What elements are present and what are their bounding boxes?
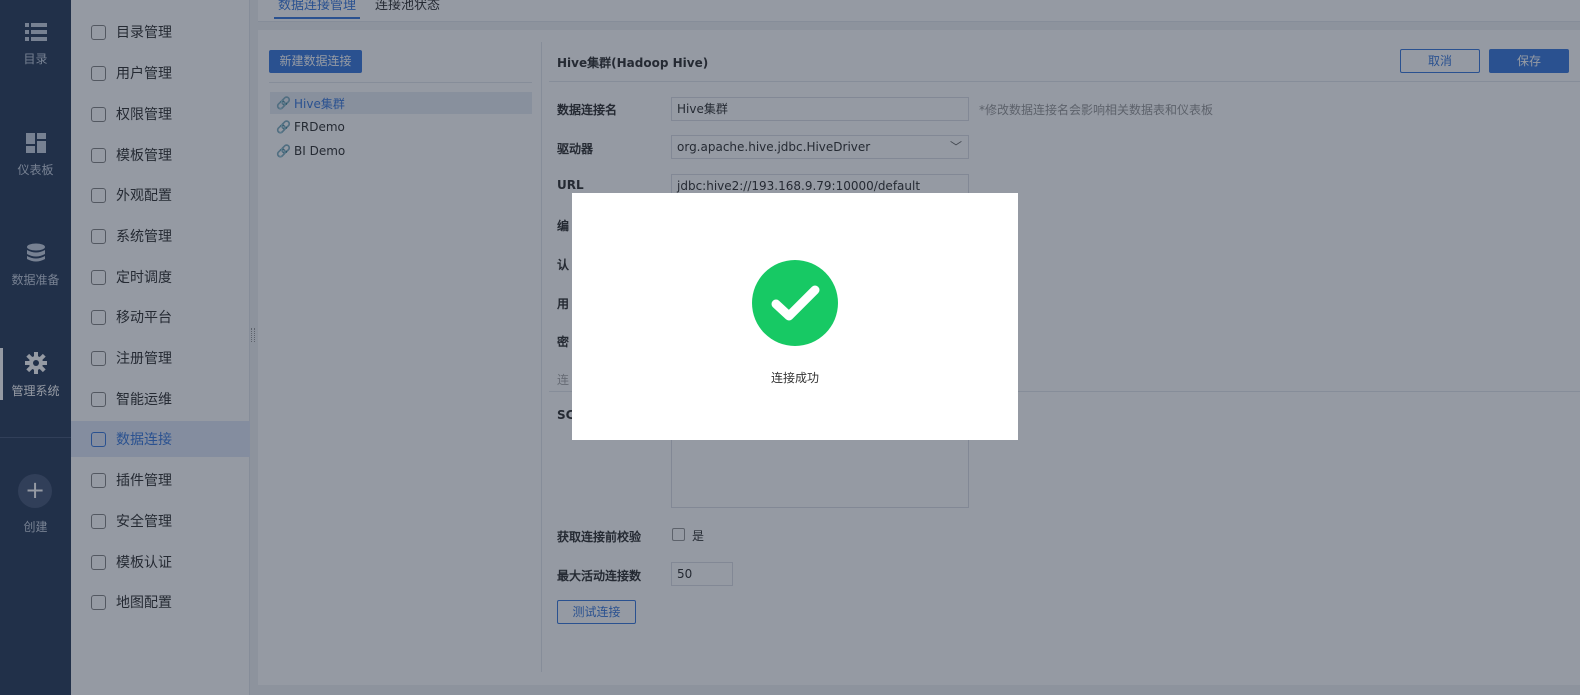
check-icon (771, 285, 820, 321)
dialog-message: 连接成功 (770, 371, 819, 385)
check-circle-icon (752, 260, 838, 346)
success-dialog: 连接成功 (572, 193, 1018, 440)
